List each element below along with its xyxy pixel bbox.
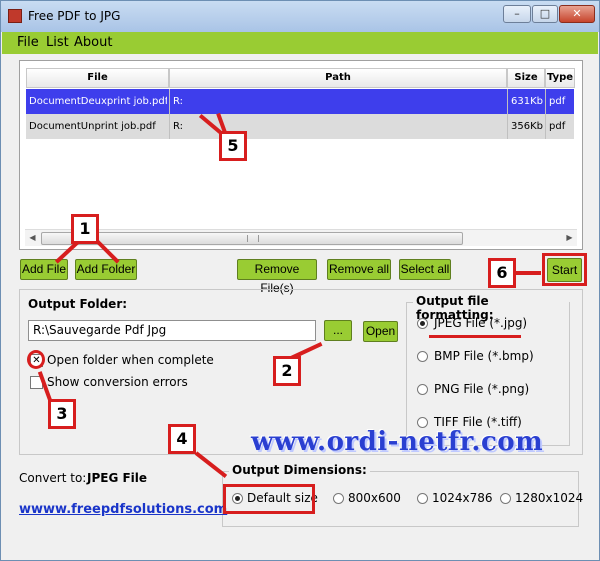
scroll-thumb[interactable] (41, 232, 463, 245)
cell-type: pdf (549, 121, 566, 132)
cell-path: R: (173, 96, 184, 107)
remove-files-button[interactable]: Remove File(s) (237, 259, 317, 295)
column-header-size[interactable]: Size (507, 68, 545, 88)
open-button[interactable]: Open (363, 321, 398, 342)
menu-list[interactable]: List (46, 35, 69, 50)
output-dimensions-title: Output Dimensions: (229, 463, 370, 477)
table-row[interactable]: DocumentDeuxprint job.pdf R: 631Kb pdf (26, 89, 574, 114)
cell-size: 631Kb (511, 96, 543, 107)
cell-type: pdf (549, 96, 566, 107)
annotation-badge-4: 4 (168, 424, 196, 454)
size-800x600-label: 800x600 (348, 491, 401, 505)
menu-bar: File List About (2, 32, 598, 54)
maximize-button[interactable]: □ (532, 5, 558, 23)
show-errors-label: Show conversion errors (47, 375, 188, 389)
convert-to-value: JPEG File (87, 471, 148, 485)
column-header-file[interactable]: File (26, 68, 169, 88)
scroll-left-icon[interactable]: ◀ (25, 231, 40, 246)
png-radio[interactable] (417, 384, 428, 395)
jpeg-underline (429, 335, 521, 338)
annotation-arrow (194, 451, 228, 478)
scroll-right-icon[interactable]: ▶ (562, 231, 577, 246)
file-list[interactable]: File Path Size Type DocumentDeuxprint jo… (19, 60, 583, 250)
output-formatting-group: Output file formatting: JPEG File (*.jpg… (406, 294, 570, 446)
table-row[interactable]: DocumentUnprint job.pdf R: 356Kb pdf (26, 114, 574, 139)
size-1280x1024-label: 1280x1024 (515, 491, 584, 505)
close-button[interactable]: ✕ (559, 5, 595, 23)
open-folder-label: Open folder when complete (47, 353, 214, 367)
size-800x600-radio[interactable] (333, 493, 344, 504)
cell-file: DocumentUnprint job.pdf (29, 121, 156, 132)
start-highlight (542, 253, 587, 286)
cell-file: DocumentDeuxprint job.pdf (29, 96, 167, 107)
menu-file[interactable]: File (17, 35, 39, 50)
open-checkbox-highlight (27, 350, 45, 369)
pdf-app-icon (8, 9, 22, 23)
convert-to-label: Convert to: (19, 471, 87, 485)
annotation-arrow (515, 271, 541, 275)
annotation-badge-5: 5 (219, 131, 247, 161)
png-label: PNG File (*.png) (434, 382, 530, 396)
column-header-type[interactable]: Type (545, 68, 575, 88)
output-folder-input[interactable]: R:\Sauvegarde Pdf Jpg (28, 320, 316, 341)
jpeg-label: JPEG File (*.jpg) (434, 316, 528, 330)
default-size-highlight (223, 484, 315, 514)
annotation-badge-2: 2 (273, 356, 301, 386)
minimize-button[interactable]: – (503, 5, 531, 23)
size-1280x1024-radio[interactable] (500, 493, 511, 504)
add-file-button[interactable]: Add File (20, 259, 68, 280)
menu-about[interactable]: About (74, 35, 112, 50)
remove-all-button[interactable]: Remove all (327, 259, 391, 280)
bmp-radio[interactable] (417, 351, 428, 362)
column-header-path[interactable]: Path (169, 68, 507, 88)
jpeg-radio[interactable] (417, 318, 428, 329)
add-folder-button[interactable]: Add Folder (75, 259, 137, 280)
size-1024x786-radio[interactable] (417, 493, 428, 504)
size-1024x786-label: 1024x786 (432, 491, 493, 505)
bmp-label: BMP File (*.bmp) (434, 349, 534, 363)
title-bar: Free PDF to JPG – □ ✕ (1, 1, 599, 32)
cell-size: 356Kb (511, 121, 543, 132)
browse-button[interactable]: ... (324, 320, 352, 341)
horizontal-scrollbar[interactable]: ◀ ▶ (25, 229, 577, 246)
website-link[interactable]: wwww.freepdfsolutions.com (19, 502, 227, 517)
app-window: Free PDF to JPG – □ ✕ File List About Fi… (0, 0, 600, 561)
annotation-badge-3: 3 (48, 399, 76, 429)
watermark-text: www.ordi-netfr.com (251, 427, 544, 457)
output-folder-label: Output Folder: (28, 297, 128, 311)
annotation-badge-6: 6 (488, 258, 516, 288)
window-title: Free PDF to JPG (28, 9, 121, 23)
select-all-button[interactable]: Select all (399, 259, 451, 280)
annotation-badge-1: 1 (71, 214, 99, 244)
